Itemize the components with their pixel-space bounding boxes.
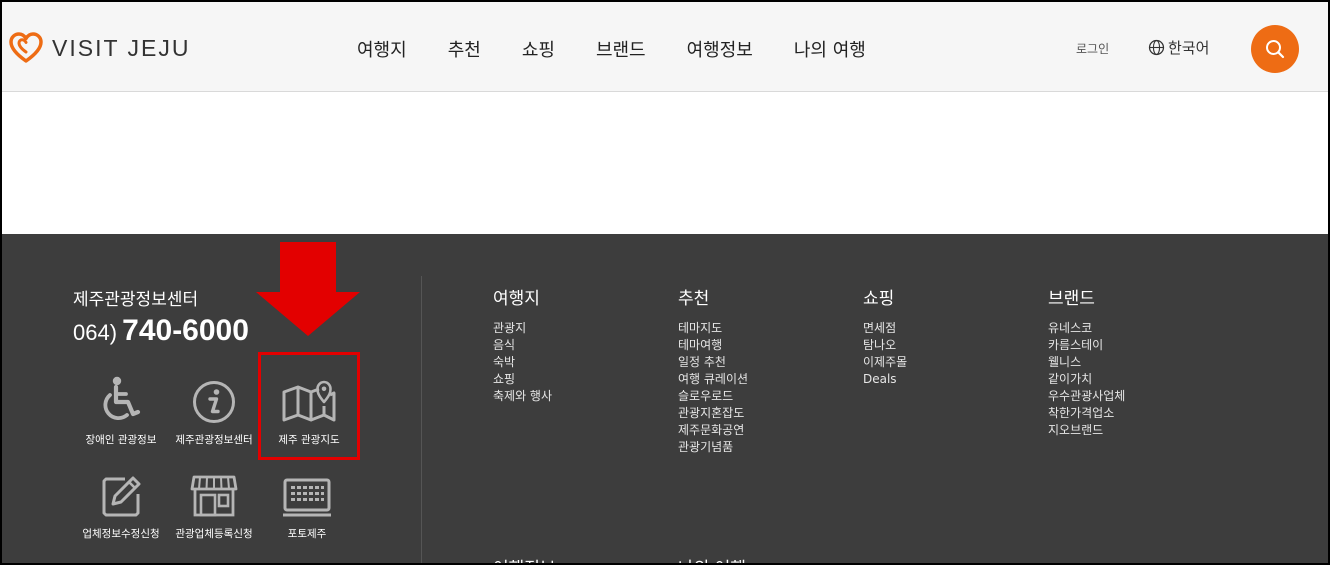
- tourism-info-center-link[interactable]: 제주관광정보센터: [166, 380, 262, 447]
- footer-link[interactable]: 관광지: [493, 320, 552, 337]
- wheelchair-icon: [103, 376, 141, 421]
- footer-divider: [421, 276, 422, 563]
- logo[interactable]: VISIT JEJU: [8, 28, 190, 68]
- store-icon: [190, 475, 238, 517]
- phone-number: 740-6000: [122, 314, 249, 347]
- footer-link[interactable]: 숙박: [493, 354, 552, 371]
- footer-link[interactable]: 착한가격업소: [1048, 405, 1125, 422]
- nav-item-brand[interactable]: 브랜드: [596, 36, 646, 62]
- business-info-edit-link[interactable]: 업체정보수정신청: [73, 474, 169, 541]
- footer-link[interactable]: 카름스테이: [1048, 337, 1125, 354]
- photo-jeju-link[interactable]: 포토제주: [259, 478, 355, 541]
- site-footer: 제주관광정보센터 064) 740-6000 장애인 관광정보 제주관광정보센터: [2, 234, 1328, 563]
- footer-link[interactable]: 쇼핑: [493, 371, 552, 388]
- phone-area-code: 064): [73, 320, 118, 345]
- footer-link[interactable]: 제주문화공연: [678, 422, 748, 439]
- footer-link[interactable]: 면세점: [863, 320, 907, 337]
- search-icon: [1266, 40, 1285, 59]
- footer-col-shopping: 쇼핑 면세점 탐나오 이제주몰 Deals: [863, 284, 907, 388]
- info-center-title: 제주관광정보센터: [73, 290, 199, 310]
- footer-col-title-my-trip: 나의 여행: [678, 554, 746, 563]
- footer-link[interactable]: Deals: [863, 371, 907, 388]
- tourism-info-center-label: 제주관광정보센터: [175, 434, 253, 446]
- nav-item-destinations[interactable]: 여행지: [357, 36, 407, 62]
- footer-col-title-travel-info: 여행정보: [493, 554, 556, 563]
- footer-link[interactable]: 음식: [493, 337, 552, 354]
- red-arrow-annotation: [256, 242, 360, 336]
- business-info-edit-label: 업체정보수정신청: [82, 528, 160, 540]
- jeju-heart-logo-icon: [9, 32, 43, 63]
- info-icon: [193, 381, 235, 423]
- footer-link[interactable]: 테마지도: [678, 320, 748, 337]
- footer-link[interactable]: 관광기념품: [678, 439, 748, 456]
- login-link[interactable]: 로그인: [1076, 40, 1109, 57]
- search-button[interactable]: [1251, 25, 1299, 73]
- language-label: 한국어: [1168, 39, 1210, 57]
- logo-text: VISIT JEJU: [52, 34, 191, 61]
- footer-col-destinations: 여행지 관광지 음식 숙박 쇼핑 축제와 행사: [493, 284, 552, 405]
- footer-link[interactable]: 탐나오: [863, 337, 907, 354]
- footer-link[interactable]: 지오브랜드: [1048, 422, 1125, 439]
- keyboard-icon: [283, 478, 331, 517]
- footer-col-brand: 브랜드 유네스코 카름스테이 웰니스 같이가치 우수관광사업체 착한가격업소 지…: [1048, 284, 1125, 439]
- footer-link[interactable]: 관광지혼잡도: [678, 405, 748, 422]
- accessible-tourism-label: 장애인 관광정보: [85, 434, 157, 446]
- business-register-label: 관광업체등록신청: [175, 528, 253, 540]
- footer-link[interactable]: 이제주몰: [863, 354, 907, 371]
- globe-icon: [1148, 39, 1165, 56]
- info-center-phone: 064) 740-6000: [73, 314, 249, 348]
- edit-icon: [102, 476, 141, 517]
- footer-col-recommend: 추천 테마지도 테마여행 일정 추천 여행 큐레이션 슬로우로드 관광지혼잡도 …: [678, 284, 748, 456]
- photo-jeju-label: 포토제주: [287, 528, 327, 540]
- footer-link[interactable]: 축제와 행사: [493, 388, 552, 405]
- footer-link[interactable]: 같이가치: [1048, 371, 1125, 388]
- main-nav: 여행지 추천 쇼핑 브랜드 여행정보 나의 여행: [357, 36, 907, 62]
- page: VISIT JEJU 여행지 추천 쇼핑 브랜드 여행정보 나의 여행 로그인 …: [0, 0, 1330, 565]
- footer-link[interactable]: 일정 추천: [678, 354, 748, 371]
- footer-col-title: 여행지: [493, 289, 540, 309]
- language-selector[interactable]: 한국어: [1148, 37, 1209, 58]
- footer-link[interactable]: 웰니스: [1048, 354, 1125, 371]
- footer-link[interactable]: 슬로우로드: [678, 388, 748, 405]
- site-header: VISIT JEJU 여행지 추천 쇼핑 브랜드 여행정보 나의 여행 로그인 …: [2, 2, 1328, 92]
- nav-item-recommend[interactable]: 추천: [448, 36, 481, 62]
- footer-link[interactable]: 유네스코: [1048, 320, 1125, 337]
- footer-link[interactable]: 테마여행: [678, 337, 748, 354]
- business-register-link[interactable]: 관광업체등록신청: [166, 474, 262, 541]
- highlight-box-annotation: [258, 352, 360, 460]
- nav-item-travel-info[interactable]: 여행정보: [687, 36, 753, 62]
- footer-col-title: 쇼핑: [863, 289, 895, 309]
- footer-link[interactable]: 우수관광사업체: [1048, 388, 1125, 405]
- accessible-tourism-link[interactable]: 장애인 관광정보: [73, 376, 169, 447]
- footer-col-title: 추천: [678, 289, 710, 309]
- footer-link[interactable]: 여행 큐레이션: [678, 371, 748, 388]
- footer-col-title: 브랜드: [1048, 289, 1095, 309]
- nav-item-my-trip[interactable]: 나의 여행: [794, 36, 866, 62]
- nav-item-shopping[interactable]: 쇼핑: [522, 36, 555, 62]
